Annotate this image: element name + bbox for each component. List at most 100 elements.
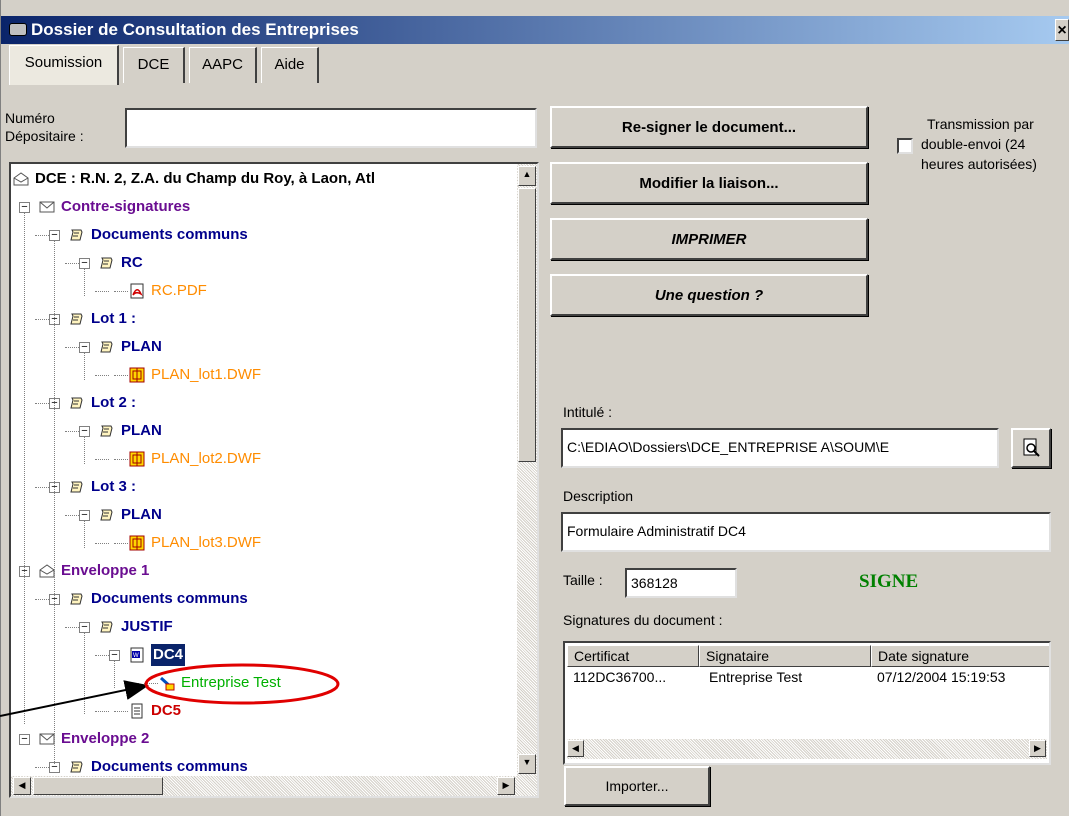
transmission-label-2: double-envoi (24 (921, 136, 1026, 152)
scroll-right-button[interactable]: ▶ (1029, 740, 1046, 757)
tree-node[interactable]: DCE : R.N. 2, Z.A. du Champ du Roy, à La… (11, 168, 521, 190)
tree-connector (114, 660, 115, 688)
tree-connector (84, 352, 85, 380)
tree-node[interactable]: − Contre-signatures (11, 196, 521, 218)
scroll-right-button[interactable]: ▶ (497, 777, 515, 795)
tree-connector (65, 431, 79, 432)
tree-node-label: Documents communs (91, 590, 248, 607)
scroll-icon (70, 229, 83, 241)
importer-button[interactable]: Importer... (564, 766, 710, 806)
tree-connector (35, 599, 49, 600)
tree-node[interactable]: − Lot 3 : (11, 476, 521, 498)
scroll-icon (100, 257, 113, 269)
scroll-left-button[interactable]: ◀ (13, 777, 31, 795)
tree-connector (35, 767, 49, 768)
tree-node[interactable]: − Lot 2 : (11, 392, 521, 414)
taille-label: Taille : (563, 572, 603, 588)
tree-node[interactable]: − Lot 1 : (11, 308, 521, 330)
tree-node[interactable]: RC.PDF (11, 280, 521, 302)
tree-connector (95, 375, 109, 376)
tree-node-label: Enveloppe 1 (61, 562, 150, 579)
column-header-certificat[interactable]: Certificat (567, 645, 699, 667)
intitule-field[interactable]: C:\EDIAO\Dossiers\DCE_ENTREPRISE A\SOUM\… (561, 428, 999, 468)
tree-connector (95, 291, 109, 292)
table-cell[interactable]: 07/12/2004 15:19:53 (877, 669, 1005, 685)
taille-field[interactable]: 368128 (625, 568, 737, 598)
tree-node-label: Documents communs (91, 758, 248, 775)
tree-node-label: Enveloppe 2 (61, 730, 150, 747)
question-button[interactable]: Une question ? (550, 274, 868, 316)
column-header-signataire[interactable]: Signataire (699, 645, 871, 667)
tree-connector (114, 543, 128, 544)
title-bar: Dossier de Consultation des Entreprises (1, 16, 1069, 44)
document-tree[interactable]: DCE : R.N. 2, Z.A. du Champ du Roy, à La… (9, 162, 539, 798)
tree-node-label: DC4 (151, 644, 186, 666)
transmission-checkbox[interactable] (897, 138, 913, 154)
expand-toggle[interactable]: − (19, 734, 30, 745)
pdf-icon (130, 283, 144, 299)
tree-connector (65, 263, 79, 264)
tree-node[interactable]: PLAN_lot1.DWF (11, 364, 521, 386)
column-header-date[interactable]: Date signature (871, 645, 1049, 667)
svg-text:W: W (133, 653, 139, 659)
table-cell[interactable]: 112DC36700... (573, 669, 666, 685)
tree-node-label: PLAN (121, 422, 162, 439)
tab-aide[interactable]: Aide (261, 47, 319, 83)
grid-horizontal-scrollbar[interactable] (567, 739, 1047, 759)
dialog-window: Dossier de Consultation des Entreprises … (0, 0, 1069, 816)
tree-node[interactable]: − Documents communs (11, 756, 521, 778)
modifier-liaison-button[interactable]: Modifier la liaison... (550, 162, 868, 204)
scroll-down-button[interactable]: ▼ (518, 754, 536, 774)
tree-connector (35, 403, 49, 404)
signatures-table[interactable]: Certificat Signataire Date signature 112… (563, 641, 1051, 765)
scroll-icon (100, 425, 113, 437)
description-field[interactable]: Formulaire Administratif DC4 (561, 512, 1051, 552)
tree-node[interactable]: − W DC4 (11, 644, 521, 666)
tree-node[interactable]: − JUSTIF (11, 616, 521, 638)
tab-soumission[interactable]: Soumission (9, 45, 119, 85)
tree-node[interactable]: − Enveloppe 2 (11, 728, 521, 750)
tree-node[interactable]: − Documents communs (11, 588, 521, 610)
imprimer-button[interactable]: IMPRIMER (550, 218, 868, 260)
tree-connector (84, 520, 85, 548)
tree-connector (35, 487, 49, 488)
scroll-up-button[interactable]: ▲ (518, 166, 536, 186)
tab-aapc[interactable]: AAPC (189, 47, 257, 83)
tab-dce[interactable]: DCE (123, 47, 185, 83)
table-cell[interactable]: Entreprise Test (709, 669, 802, 685)
tree-node[interactable]: PLAN_lot2.DWF (11, 448, 521, 470)
tree-node[interactable]: PLAN_lot3.DWF (11, 532, 521, 554)
scroll-left-button[interactable]: ◀ (567, 740, 584, 757)
tree-node[interactable]: − PLAN (11, 504, 521, 526)
tree-connector (114, 375, 128, 376)
envelope-icon (39, 733, 55, 745)
transmission-label-3: heures autorisées) (921, 156, 1037, 172)
scroll-thumb[interactable] (518, 188, 536, 462)
tree-node[interactable]: − PLAN (11, 336, 521, 358)
numero-depositaire-input[interactable] (125, 108, 537, 148)
tree-node[interactable]: − RC (11, 252, 521, 274)
tree-node-label: PLAN (121, 338, 162, 355)
tree-node-label: JUSTIF (121, 618, 173, 635)
scroll-thumb[interactable] (33, 777, 163, 795)
tree-connector (84, 268, 85, 296)
tree-connector (35, 235, 49, 236)
app-icon (9, 23, 27, 36)
scroll-icon (100, 621, 113, 633)
scroll-icon (70, 313, 83, 325)
scroll-icon (100, 509, 113, 521)
envelope-open-icon (13, 172, 29, 186)
preview-button[interactable] (1011, 428, 1051, 468)
tree-node-label: PLAN_lot2.DWF (151, 450, 262, 467)
scroll-icon (70, 397, 83, 409)
scroll-icon (100, 341, 113, 353)
scroll-icon (70, 481, 83, 493)
tree-node[interactable]: Entreprise Test (11, 672, 521, 694)
resign-button[interactable]: Re-signer le document... (550, 106, 868, 148)
tree-node[interactable]: DC5 (11, 700, 521, 722)
tree-node[interactable]: − Enveloppe 1 (11, 560, 521, 582)
tree-node-label: DCE : R.N. 2, Z.A. du Champ du Roy, à La… (35, 170, 376, 187)
tree-node[interactable]: − Documents communs (11, 224, 521, 246)
tree-node[interactable]: − PLAN (11, 420, 521, 442)
close-button[interactable]: × (1055, 19, 1069, 41)
